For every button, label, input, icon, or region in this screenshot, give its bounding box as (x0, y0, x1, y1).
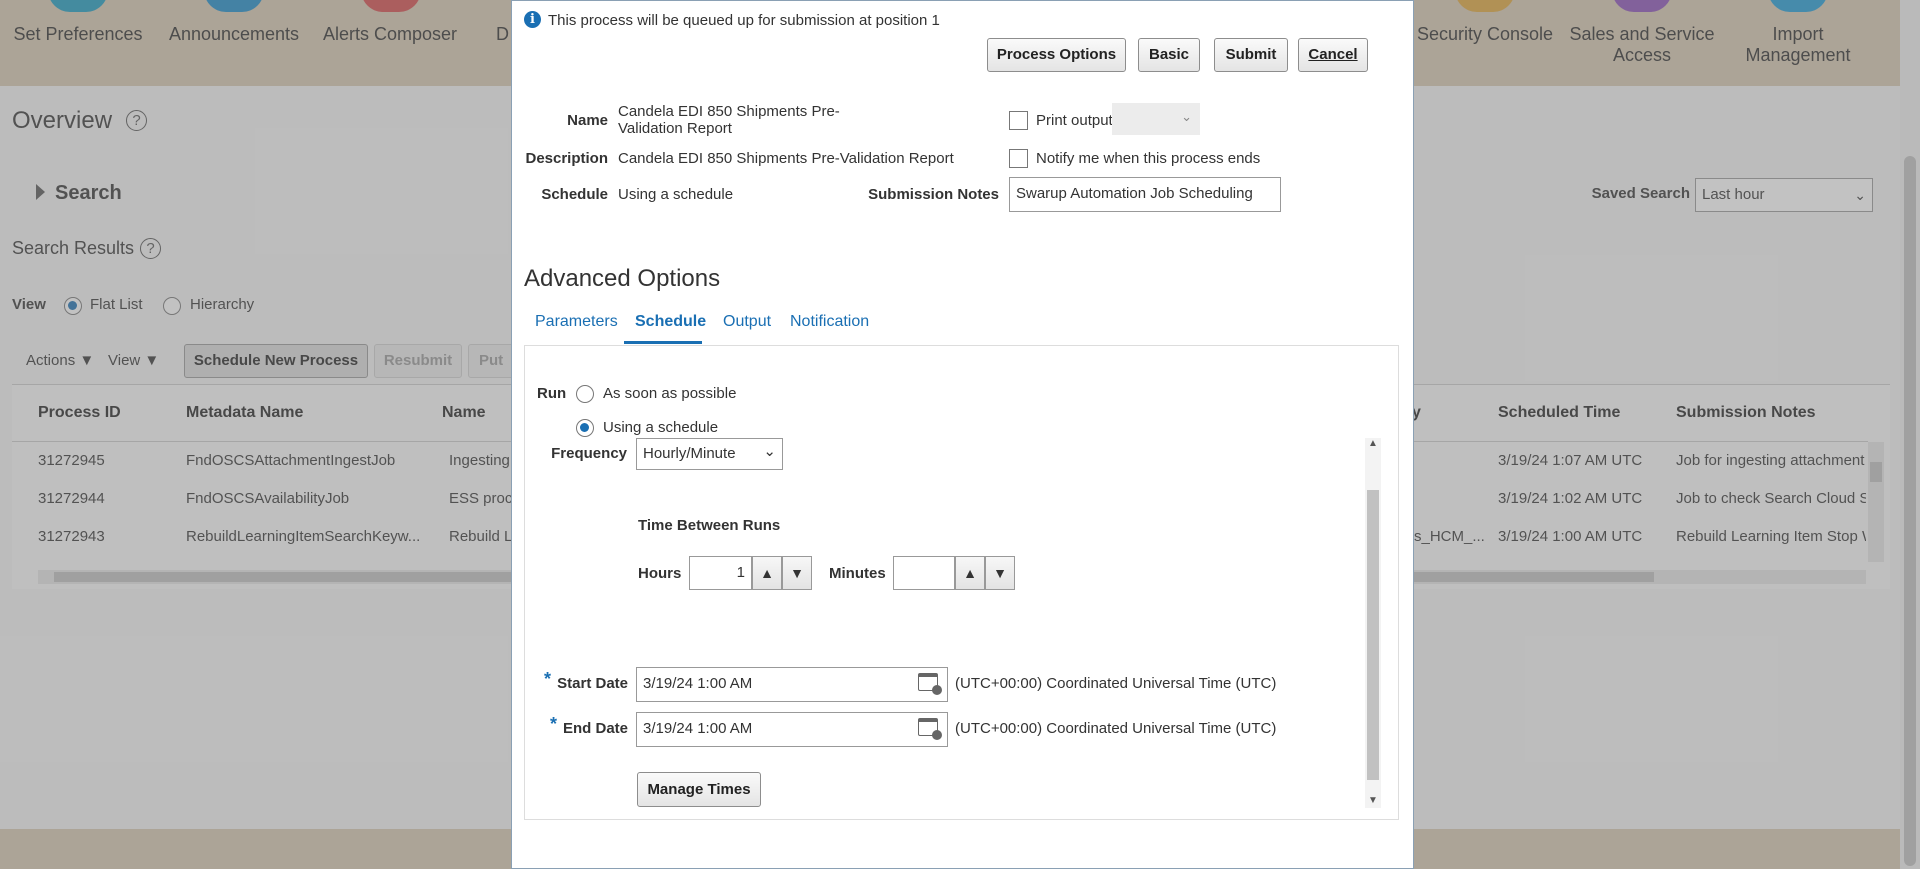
process-options-button[interactable]: Process Options (987, 38, 1126, 72)
minutes-label: Minutes (829, 565, 886, 582)
frequency-label: Frequency (551, 445, 627, 462)
print-output-checkbox[interactable] (1009, 111, 1028, 130)
start-date-value: 3/19/24 1:00 AM (643, 675, 753, 692)
time-between-runs-label: Time Between Runs (638, 517, 781, 534)
hours-input[interactable]: 1 (689, 556, 752, 590)
run-schedule-radio[interactable] (576, 419, 594, 437)
name-value-line1: Candela EDI 850 Shipments Pre- (618, 103, 840, 120)
run-asap-radio[interactable] (576, 385, 594, 403)
chevron-down-icon: ⌄ (1181, 109, 1192, 124)
minutes-decrement-button[interactable]: ▼ (985, 556, 1015, 590)
description-label: Description (525, 150, 608, 167)
basic-button[interactable]: Basic (1138, 38, 1200, 72)
end-date-timezone: (UTC+00:00) Coordinated Universal Time (… (955, 720, 1277, 737)
scroll-down-icon[interactable]: ▼ (1368, 795, 1378, 806)
tab-parameters[interactable]: Parameters (535, 313, 618, 331)
schedule-panel-scrollbar[interactable]: ▲ ▼ (1365, 438, 1381, 808)
frequency-select[interactable]: Hourly/Minute ⌄ (636, 438, 783, 470)
submission-notes-label: Submission Notes (868, 186, 999, 203)
printer-select[interactable]: ⌄ (1112, 103, 1200, 135)
tab-schedule[interactable]: Schedule (635, 313, 706, 331)
start-date-timezone: (UTC+00:00) Coordinated Universal Time (… (955, 675, 1277, 692)
minutes-input[interactable] (893, 556, 955, 590)
tab-output[interactable]: Output (723, 313, 771, 331)
chevron-up-icon: ▲ (963, 565, 977, 581)
notify-label[interactable]: Notify me when this process ends (1036, 150, 1260, 167)
run-schedule-label[interactable]: Using a schedule (603, 419, 718, 436)
calendar-icon[interactable] (918, 673, 942, 695)
advanced-options-title: Advanced Options (524, 265, 721, 292)
active-tab-underline (624, 341, 702, 344)
hours-increment-button[interactable]: ▲ (752, 556, 782, 590)
end-date-value: 3/19/24 1:00 AM (643, 720, 753, 737)
schedule-process-dialog: i This process will be queued up for sub… (511, 0, 1414, 869)
submission-notes-input[interactable]: Swarup Automation Job Scheduling (1009, 177, 1281, 212)
start-date-label: Start Date (557, 675, 628, 692)
print-output-label[interactable]: Print output (1036, 112, 1113, 129)
calendar-icon[interactable] (918, 718, 942, 740)
minutes-increment-button[interactable]: ▲ (955, 556, 985, 590)
queue-info-text: This process will be queued up for submi… (548, 12, 940, 29)
schedule-value: Using a schedule (618, 186, 734, 203)
manage-times-button[interactable]: Manage Times (637, 772, 761, 807)
schedule-label: Schedule (541, 186, 608, 203)
scrollbar-thumb[interactable] (1367, 490, 1379, 780)
hours-label: Hours (638, 565, 682, 582)
start-date-input[interactable]: 3/19/24 1:00 AM (636, 667, 948, 702)
run-label: Run (537, 385, 567, 402)
chevron-down-icon: ⌄ (763, 443, 776, 460)
chevron-down-icon: ▼ (790, 565, 804, 581)
tab-notification[interactable]: Notification (790, 313, 869, 331)
description-value: Candela EDI 850 Shipments Pre-Validation… (618, 150, 954, 167)
hours-decrement-button[interactable]: ▼ (782, 556, 812, 590)
scroll-up-icon[interactable]: ▲ (1368, 438, 1378, 449)
end-date-label: End Date (562, 720, 628, 737)
name-value-line2: Validation Report (618, 120, 732, 137)
run-asap-label[interactable]: As soon as possible (603, 385, 736, 402)
chevron-down-icon: ▼ (993, 565, 1007, 581)
name-label: Name (567, 112, 608, 129)
frequency-value: Hourly/Minute (643, 445, 736, 462)
chevron-up-icon: ▲ (760, 565, 774, 581)
end-date-input[interactable]: 3/19/24 1:00 AM (636, 712, 948, 747)
notify-checkbox[interactable] (1009, 149, 1028, 168)
info-icon: i (524, 11, 541, 28)
submit-button[interactable]: Submit (1214, 38, 1288, 72)
cancel-button[interactable]: Cancel (1298, 38, 1368, 72)
